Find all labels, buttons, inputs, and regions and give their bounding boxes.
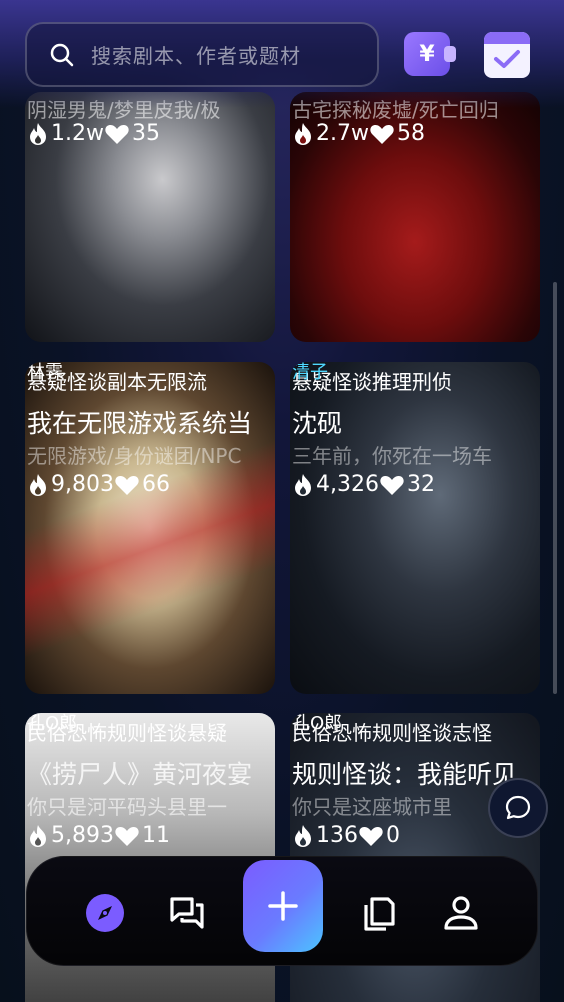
heart-icon (105, 124, 129, 144)
flame-icon (295, 473, 311, 496)
card-description: 无限游戏/身份谜团/NPC (27, 444, 242, 468)
card-description: 你只是这座城市里 (292, 795, 452, 819)
search-icon (50, 43, 74, 66)
card-author: 孔O郎 (27, 713, 78, 734)
card-stats: 9,803 66 (27, 472, 170, 497)
heat-count: 9,803 (51, 472, 114, 497)
flame-icon (30, 824, 46, 847)
story-card[interactable]: 阴湿男鬼/梦里皮我/极 1.2w 35 (25, 92, 275, 342)
story-card[interactable]: 林霁 悬疑怪谈副本无限流 我在无限游戏系统当 无限游戏/身份谜团/NPC 9,8… (25, 362, 275, 694)
nav-messages[interactable] (167, 893, 207, 933)
card-author: 林霁 (27, 362, 63, 383)
heat-count: 136 (316, 823, 358, 848)
flame-icon (295, 824, 311, 847)
nav-library[interactable] (359, 893, 399, 933)
flame-icon (295, 122, 311, 145)
heat-count: 4,326 (316, 472, 379, 497)
card-tags: 林霁 悬疑怪谈副本无限流 (27, 362, 207, 395)
card-author: 孔O郎 (292, 713, 343, 734)
card-description: 你只是河平码头县里一 (27, 795, 227, 819)
top-bar: 搜索剧本、作者或题材 ¥ (0, 0, 564, 108)
like-count: 58 (396, 121, 425, 146)
like-count: 32 (406, 472, 435, 497)
card-title: 规则怪谈：我能听见 (292, 760, 518, 789)
like-count: 35 (131, 121, 160, 146)
card-stats: 136 0 (292, 823, 400, 848)
chat-bubble-button[interactable] (488, 778, 548, 838)
heart-icon (115, 826, 139, 846)
card-title: 《捞尸人》黄河夜宴 (27, 760, 253, 789)
like-count: 66 (141, 472, 170, 497)
heat-count: 5,893 (51, 823, 114, 848)
heart-icon (359, 826, 383, 846)
library-icon (364, 897, 395, 931)
flame-icon (30, 122, 46, 145)
story-card[interactable]: 古宅探秘废墟/死亡回归 2.7w 58 (290, 92, 540, 342)
chat-bubble-icon (505, 795, 531, 820)
scrollbar[interactable] (553, 282, 557, 694)
card-stats: 2.7w 58 (292, 121, 425, 146)
like-count: 11 (141, 823, 170, 848)
search-input[interactable]: 搜索剧本、作者或题材 (91, 40, 301, 69)
card-stats: 4,326 32 (292, 472, 435, 497)
calendar-checkin-icon[interactable] (484, 32, 530, 78)
card-tags: 孔O郎 民俗恐怖规则怪谈志怪 (292, 713, 492, 746)
compass-icon (86, 894, 124, 932)
nav-discover[interactable] (85, 893, 125, 933)
card-author: 清子 (292, 362, 328, 383)
card-stats: 1.2w 35 (27, 121, 160, 146)
card-stats: 5,893 11 (27, 823, 170, 848)
nav-profile[interactable] (441, 893, 481, 933)
card-description: 三年前，你死在一场车 (292, 444, 492, 468)
heart-icon (115, 475, 139, 495)
story-card[interactable]: 清子 悬疑怪谈推理刑侦 沈砚 三年前，你死在一场车 4,326 32 (290, 362, 540, 694)
story-feed: 阴湿男鬼/梦里皮我/极 1.2w 35 古宅探秘废墟/死亡回归 2.7w 58 … (0, 0, 564, 1002)
heart-icon (380, 475, 404, 495)
card-title: 我在无限游戏系统当 (27, 409, 253, 438)
bottom-nav (26, 856, 538, 966)
like-count: 0 (386, 823, 400, 848)
card-tags: 孔O郎 民俗恐怖规则怪谈悬疑 (27, 713, 227, 746)
chat-icon (170, 897, 204, 929)
search-bar[interactable]: 搜索剧本、作者或题材 (25, 22, 379, 87)
heart-icon (370, 124, 394, 144)
heat-count: 2.7w (316, 121, 369, 146)
card-title: 沈砚 (292, 409, 343, 438)
profile-icon (444, 896, 478, 930)
wallet-icon[interactable]: ¥ (404, 32, 456, 76)
create-button[interactable] (243, 860, 323, 952)
card-tags: 清子 悬疑怪谈推理刑侦 (292, 362, 452, 395)
plus-icon (268, 891, 298, 921)
heat-count: 1.2w (51, 121, 104, 146)
flame-icon (30, 473, 46, 496)
